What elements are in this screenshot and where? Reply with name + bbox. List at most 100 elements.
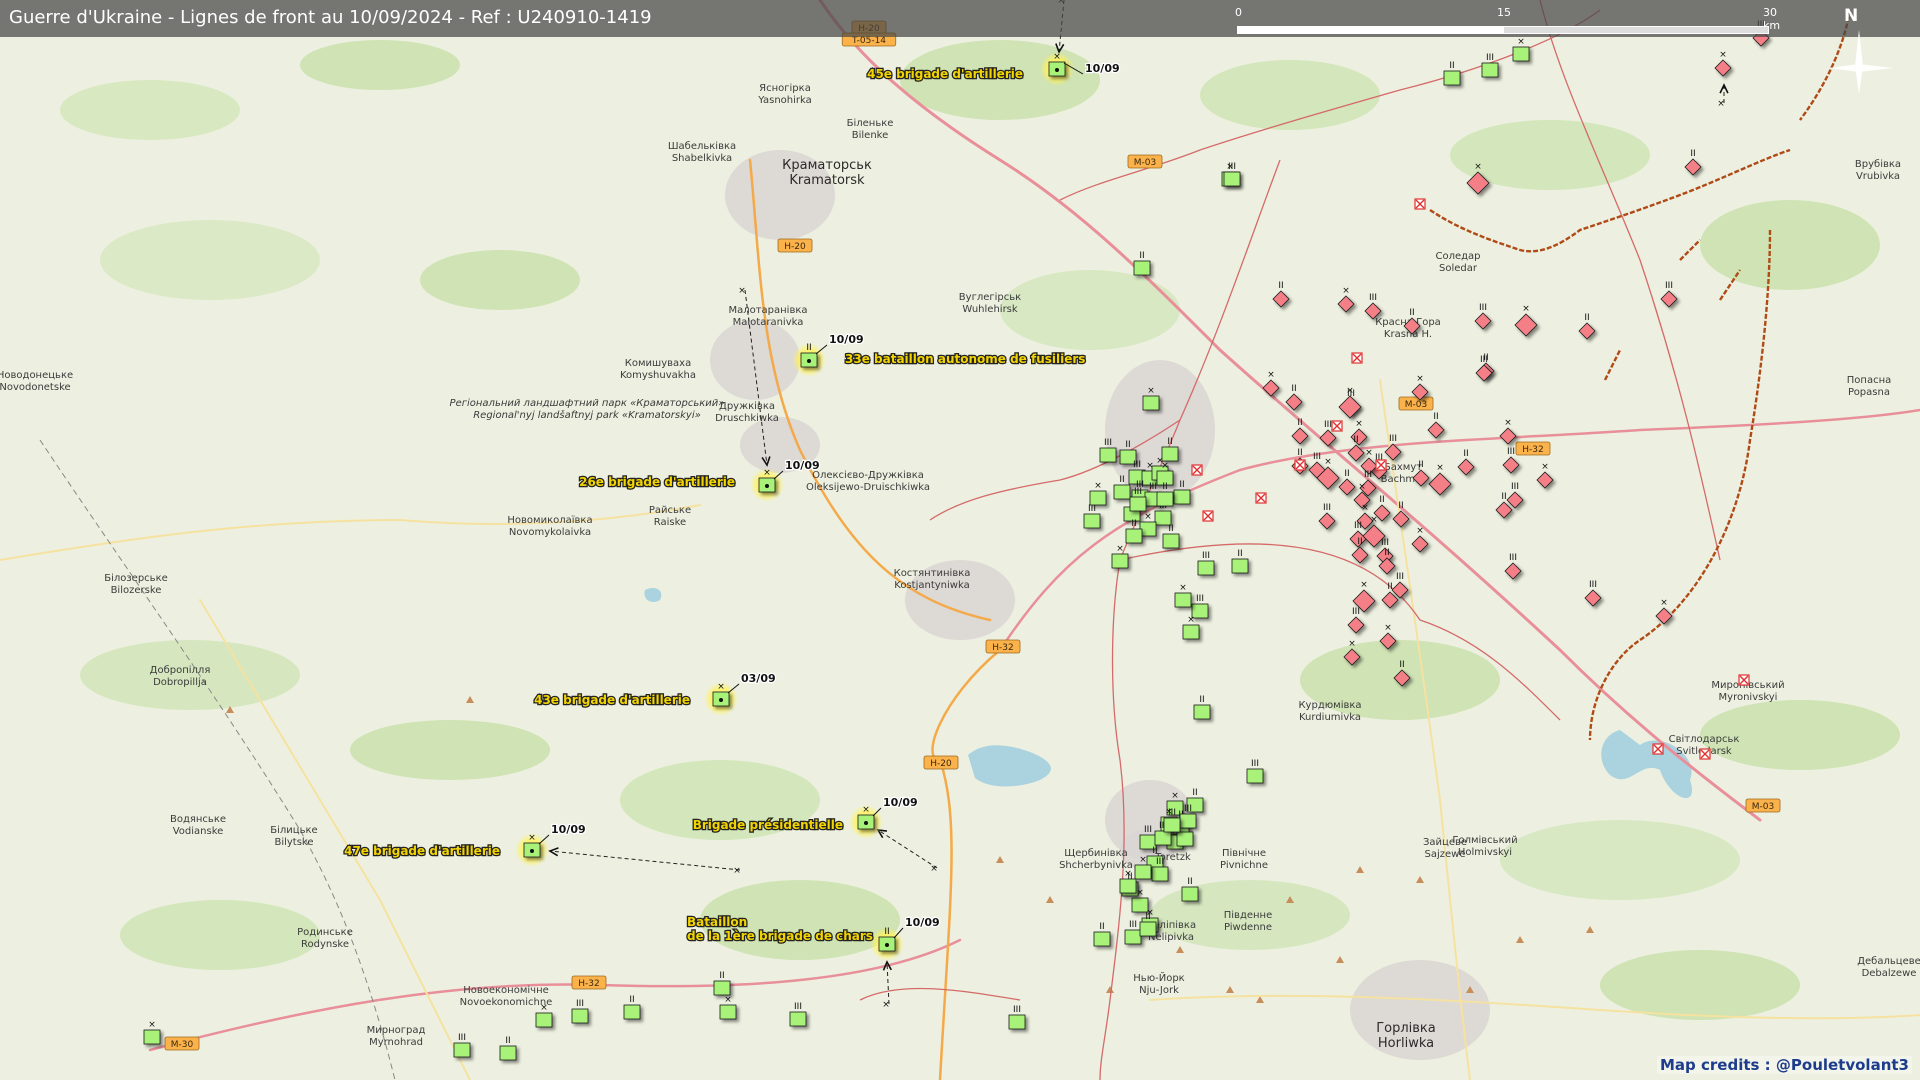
place-label-8: Новодонецьке Novodonetske [0, 370, 73, 393]
svg-text:×: × [1360, 580, 1368, 590]
svg-text:II: II [1131, 519, 1136, 529]
svg-text:II: II [1162, 482, 1167, 492]
place-label-25: Горлівка Horliwka [1376, 1021, 1436, 1051]
svg-text:II: II [1179, 480, 1184, 490]
svg-text:II: II [1384, 548, 1389, 558]
svg-text:II: II [505, 1036, 510, 1046]
svg-text:×: × [1522, 304, 1530, 314]
event-marker-icon [1331, 420, 1343, 432]
svg-text:II: II [1387, 582, 1392, 592]
place-label-5: Комишуваха Komyshuvakha [620, 358, 696, 381]
svg-text:II: II [1433, 412, 1438, 422]
road-shield-h-32: H-32 [985, 639, 1021, 654]
svg-text:×: × [1474, 162, 1482, 172]
svg-text:II: II [1199, 695, 1204, 705]
svg-text:III: III [1369, 293, 1377, 303]
svg-text:II: II [1145, 912, 1150, 922]
road-shield-m-30: M-30 [164, 1036, 200, 1051]
svg-text:II: II [1449, 61, 1454, 71]
svg-text:×: × [1416, 374, 1424, 384]
svg-text:II: II [1167, 437, 1172, 447]
svg-text:II: II [1344, 469, 1349, 479]
svg-text:M-03: M-03 [1405, 400, 1427, 410]
svg-text:×: × [1370, 515, 1378, 525]
unit-echelon: × [1053, 52, 1061, 62]
svg-text:×: × [1139, 855, 1147, 865]
event-marker-icon [1351, 352, 1363, 364]
place-label-18: Мирноград Myrnohrad [367, 1025, 426, 1048]
scale-label-15: 15 [1497, 6, 1511, 19]
origin-marker-icon: × [733, 866, 741, 876]
svg-text:×: × [1342, 286, 1350, 296]
svg-text:III: III [1149, 482, 1157, 492]
event-marker-icon [1375, 459, 1387, 471]
svg-text:III: III [1364, 470, 1372, 480]
unit-echelon: × [528, 833, 536, 843]
svg-text:×: × [1541, 462, 1549, 472]
road-shield-m-03: M-03 [1745, 798, 1781, 813]
event-marker-icon [1294, 459, 1306, 471]
svg-text:III: III [576, 999, 584, 1009]
svg-text:×: × [1416, 526, 1424, 536]
svg-text:H-32: H-32 [1522, 445, 1543, 455]
place-label-29: Соледар Soledar [1435, 251, 1480, 274]
svg-text:×: × [1267, 370, 1275, 380]
svg-text:H-20: H-20 [930, 759, 952, 769]
svg-text:II: II [1187, 877, 1192, 887]
svg-text:×: × [1094, 481, 1102, 491]
svg-text:III: III [1133, 460, 1141, 470]
svg-text:III: III [1168, 808, 1176, 818]
svg-text:III: III [1156, 857, 1164, 867]
map-canvas[interactable]: Ясногірка YasnohirkaБіленьке BilenkeШабель… [0, 0, 1920, 1080]
north-arrow: N [1815, 6, 1905, 96]
unit-label: 43e brigade d'artillerie [534, 693, 690, 707]
svg-text:×: × [1355, 419, 1363, 429]
compass-rose-icon [1829, 30, 1893, 94]
unit-date: 03/09 [741, 672, 776, 685]
svg-text:III: III [1665, 281, 1673, 291]
svg-text:III: III [1352, 607, 1360, 617]
svg-text:III: III [1354, 521, 1362, 531]
svg-text:II: II [1125, 440, 1130, 450]
road-shield-h-20: H-20 [923, 755, 959, 770]
svg-text:III: III [1129, 920, 1137, 930]
unit-date: 10/09 [883, 796, 918, 809]
svg-text:II: II [1353, 435, 1358, 445]
svg-text:III: III [458, 1033, 466, 1043]
svg-text:II: II [1152, 846, 1157, 856]
svg-text:II: II [1690, 149, 1695, 159]
scale-bar: 0 15 30 km [1235, 6, 1780, 34]
svg-text:III: III [1396, 572, 1404, 582]
svg-text:×: × [1124, 869, 1132, 879]
svg-text:×: × [1517, 37, 1525, 47]
svg-text:H-20: H-20 [784, 242, 806, 252]
svg-text:×: × [1660, 598, 1668, 608]
unit-date: 10/09 [551, 823, 586, 836]
svg-text:×: × [540, 1003, 548, 1013]
svg-text:III: III [1486, 53, 1494, 63]
unit-date: 10/09 [785, 459, 820, 472]
svg-text:×: × [1358, 482, 1366, 492]
svg-text:×: × [1144, 512, 1152, 522]
svg-text:III: III [1313, 452, 1321, 462]
svg-text:II: II [1297, 448, 1302, 458]
event-marker-icon [1652, 743, 1664, 755]
unit-label: 33e bataillon autonome de fusiliers [845, 352, 1085, 366]
svg-text:II: II [1139, 251, 1144, 261]
unit-label: 26e brigade d'artillerie [579, 475, 735, 489]
unit-label: 47e brigade d'artillerie [344, 844, 500, 858]
origin-marker-icon: × [1717, 99, 1725, 109]
svg-text:III: III [1013, 1005, 1021, 1015]
svg-text:II: II [1099, 922, 1104, 932]
svg-text:II: II [629, 995, 634, 1005]
svg-text:II: II [1291, 384, 1296, 394]
svg-text:×: × [1161, 461, 1169, 471]
svg-text:×: × [1171, 791, 1179, 801]
svg-text:III: III [1479, 303, 1487, 313]
road-shield-h-32: H-32 [1515, 441, 1551, 456]
unit-echelon: II [806, 343, 811, 353]
road-shield-m-03: M-03 [1127, 154, 1163, 169]
svg-text:M-30: M-30 [171, 1040, 194, 1050]
scale-label-0: 0 [1235, 6, 1242, 19]
event-marker-icon [1191, 464, 1203, 476]
